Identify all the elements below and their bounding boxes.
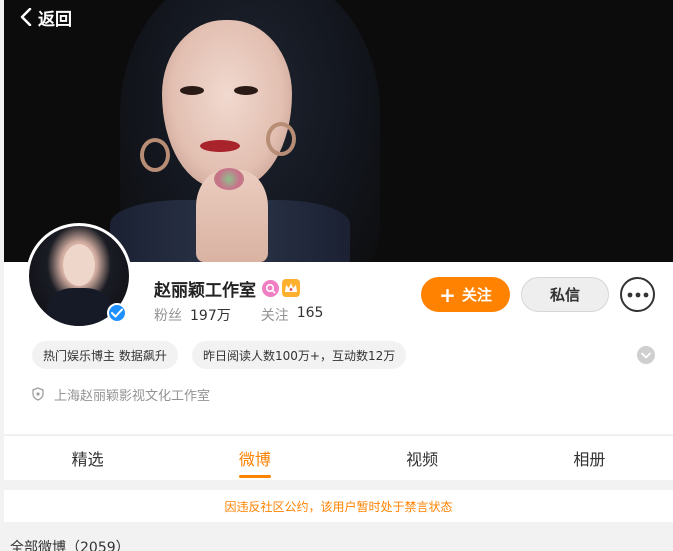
tab-label: 精选 bbox=[71, 450, 104, 469]
profile-name: 赵丽颖工作室 bbox=[154, 280, 256, 301]
avatar-body bbox=[47, 288, 111, 326]
expand-button[interactable] bbox=[637, 346, 655, 364]
more-icon bbox=[627, 292, 648, 297]
tab-label: 相册 bbox=[573, 450, 606, 469]
chevron-down-icon bbox=[641, 352, 651, 358]
follow-label: 关注 bbox=[461, 286, 492, 304]
cover-portrait-face bbox=[162, 20, 292, 188]
company-name: 上海赵丽颖影视文化工作室 bbox=[54, 388, 211, 404]
shield-icon bbox=[32, 387, 44, 401]
tag-chip-label: 热门娱乐博主 数据飙升 bbox=[43, 348, 167, 363]
tab-label: 微博 bbox=[238, 450, 271, 469]
crown-badge-icon[interactable] bbox=[282, 279, 300, 297]
cover-image bbox=[0, 0, 673, 262]
tab-weibo[interactable]: 微博 bbox=[171, 436, 338, 480]
all-posts-label: 全部微博（2059） bbox=[10, 540, 130, 551]
cover-ring bbox=[214, 168, 244, 190]
profile-stats: 粉丝 197万 关注 165 bbox=[154, 305, 323, 325]
back-button[interactable]: 返回 bbox=[20, 5, 72, 30]
following-label: 关注 bbox=[260, 308, 289, 324]
tab-featured[interactable]: 精选 bbox=[4, 436, 171, 480]
chevron-left-icon bbox=[20, 8, 32, 26]
tag-chip[interactable]: 热门娱乐博主 数据飙升 bbox=[32, 341, 178, 369]
message-label: 私信 bbox=[549, 286, 580, 304]
cover-left-edge bbox=[0, 0, 4, 262]
fans-label: 粉丝 bbox=[154, 308, 182, 324]
all-posts-header[interactable]: 全部微博（2059） bbox=[10, 537, 130, 551]
stats-divider bbox=[239, 305, 253, 325]
ban-notice: 因违反社区公约，该用户暂时处于禁言状态 bbox=[4, 490, 673, 522]
tag-chip-label: 昨日阅读人数100万+，互动数12万 bbox=[203, 348, 396, 363]
cover-earring bbox=[140, 138, 170, 172]
avatar-face bbox=[63, 244, 95, 286]
cover-portrait-eye bbox=[180, 86, 204, 95]
following-count[interactable]: 165 bbox=[297, 305, 324, 325]
member-badge-icon[interactable] bbox=[262, 279, 279, 297]
message-button[interactable]: 私信 bbox=[521, 277, 609, 312]
cover-portrait-eye bbox=[234, 86, 258, 95]
more-options-button[interactable] bbox=[620, 277, 655, 312]
profile-name-row: 赵丽颖工作室 bbox=[154, 276, 300, 301]
follow-button[interactable]: + 关注 bbox=[421, 277, 510, 312]
tab-video[interactable]: 视频 bbox=[339, 436, 506, 480]
cover-earring bbox=[266, 122, 296, 156]
plus-icon: + bbox=[439, 282, 456, 307]
company-info: 上海赵丽颖影视文化工作室 bbox=[32, 385, 211, 404]
fans-count[interactable]: 197万 bbox=[190, 305, 231, 325]
tab-album[interactable]: 相册 bbox=[506, 436, 673, 480]
tab-label: 视频 bbox=[406, 450, 439, 469]
cover-portrait-lips bbox=[200, 140, 240, 152]
ban-notice-text: 因违反社区公约，该用户暂时处于禁言状态 bbox=[224, 499, 453, 514]
verified-badge-icon bbox=[107, 303, 127, 323]
profile-tabs: 精选 微博 视频 相册 bbox=[4, 435, 673, 480]
back-label: 返回 bbox=[38, 9, 72, 30]
tag-chip[interactable]: 昨日阅读人数100万+，互动数12万 bbox=[192, 341, 407, 369]
